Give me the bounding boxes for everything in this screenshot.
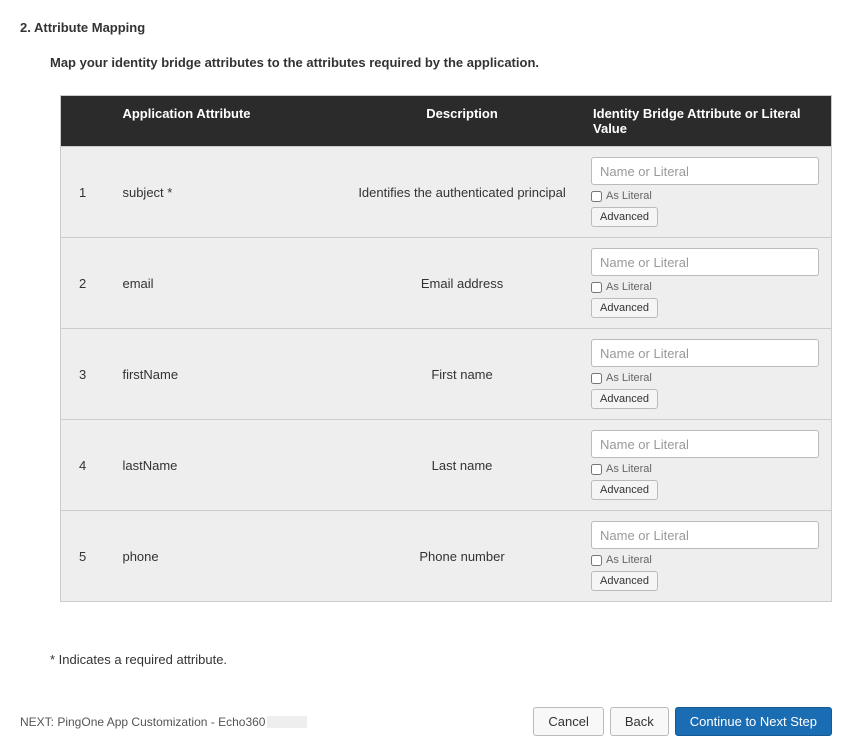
identity-bridge-input[interactable] (591, 430, 819, 458)
row-number: 5 (61, 511, 114, 602)
as-literal-checkbox[interactable] (591, 464, 602, 475)
table-row: 3 firstName First name As Literal Advanc… (61, 329, 831, 420)
as-literal-label: As Literal (606, 554, 652, 566)
as-literal-checkbox[interactable] (591, 282, 602, 293)
identity-bridge-input[interactable] (591, 248, 819, 276)
back-button[interactable]: Back (610, 707, 669, 736)
col-header-description: Description (339, 96, 585, 147)
as-literal-label: As Literal (606, 281, 652, 293)
identity-bridge-input[interactable] (591, 339, 819, 367)
row-description: Email address (339, 238, 585, 329)
table-row: 4 lastName Last name As Literal Advanced (61, 420, 831, 511)
as-literal-checkbox[interactable] (591, 191, 602, 202)
row-description: Last name (339, 420, 585, 511)
row-description: Phone number (339, 511, 585, 602)
row-description: First name (339, 329, 585, 420)
advanced-button[interactable]: Advanced (591, 298, 658, 318)
table-row: 1 subject * Identifies the authenticated… (61, 147, 831, 238)
row-app-attribute: subject * (114, 147, 339, 238)
cancel-button[interactable]: Cancel (533, 707, 603, 736)
advanced-button[interactable]: Advanced (591, 389, 658, 409)
identity-bridge-input[interactable] (591, 521, 819, 549)
table-row: 2 email Email address As Literal Advance… (61, 238, 831, 329)
row-app-attribute: firstName (114, 329, 339, 420)
col-header-number (61, 96, 114, 147)
as-literal-label: As Literal (606, 372, 652, 384)
table-row: 5 phone Phone number As Literal Advanced (61, 511, 831, 602)
row-number: 3 (61, 329, 114, 420)
identity-bridge-input[interactable] (591, 157, 819, 185)
advanced-button[interactable]: Advanced (591, 571, 658, 591)
footer-row: NEXT: PingOne App Customization - Echo36… (20, 707, 832, 736)
row-number: 2 (61, 238, 114, 329)
attribute-mapping-table: Application Attribute Description Identi… (60, 95, 832, 602)
section-description: Map your identity bridge attributes to t… (50, 55, 832, 70)
as-literal-checkbox[interactable] (591, 555, 602, 566)
next-step-label: NEXT: PingOne App Customization - Echo36… (20, 715, 307, 729)
required-footnote: * Indicates a required attribute. (50, 652, 832, 667)
continue-button[interactable]: Continue to Next Step (675, 707, 832, 736)
row-description: Identifies the authenticated principal (339, 147, 585, 238)
as-literal-checkbox[interactable] (591, 373, 602, 384)
col-header-app-attribute: Application Attribute (114, 96, 339, 147)
redacted-text (267, 716, 307, 728)
row-number: 1 (61, 147, 114, 238)
advanced-button[interactable]: Advanced (591, 207, 658, 227)
row-app-attribute: lastName (114, 420, 339, 511)
row-number: 4 (61, 420, 114, 511)
col-header-identity-bridge: Identity Bridge Attribute or Literal Val… (585, 96, 831, 147)
advanced-button[interactable]: Advanced (591, 480, 658, 500)
row-app-attribute: phone (114, 511, 339, 602)
as-literal-label: As Literal (606, 190, 652, 202)
row-app-attribute: email (114, 238, 339, 329)
as-literal-label: As Literal (606, 463, 652, 475)
section-title: 2. Attribute Mapping (20, 20, 832, 35)
